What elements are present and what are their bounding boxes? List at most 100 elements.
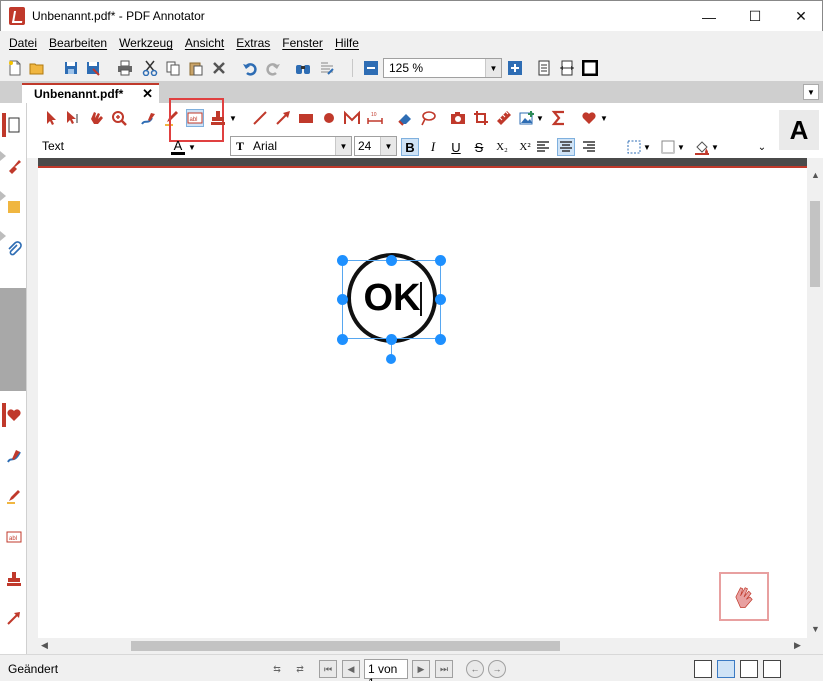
sum-tool-icon[interactable] <box>550 109 568 127</box>
previous-page-icon[interactable]: ◀ <box>342 660 360 678</box>
redo-icon[interactable] <box>264 59 282 77</box>
underline-button[interactable]: U <box>447 138 465 156</box>
sidebar-item-highlighter[interactable] <box>4 486 24 506</box>
sidebar-item-arrow[interactable] <box>4 608 24 628</box>
font-size-select[interactable]: 24 ▼ <box>354 136 397 156</box>
magnifier-icon[interactable] <box>110 109 128 127</box>
strikethrough-button[interactable]: S <box>470 138 488 156</box>
paste-icon[interactable] <box>187 59 205 77</box>
close-button[interactable]: ✕ <box>778 1 823 32</box>
text-color-picker[interactable]: A <box>169 138 187 156</box>
measure-tool-icon[interactable]: 10 <box>366 109 384 127</box>
hand-tool-icon[interactable] <box>87 109 105 127</box>
undo-icon[interactable] <box>241 59 259 77</box>
cut-icon[interactable] <box>141 59 159 77</box>
scroll-left-icon[interactable]: ◀ <box>41 640 48 651</box>
favorites-chevron-down-icon[interactable]: ▼ <box>599 109 609 127</box>
last-page-icon[interactable]: ⏭ <box>435 660 453 678</box>
horizontal-scrollbar[interactable]: ◀ ▶ <box>38 638 807 654</box>
pen-tool-icon[interactable] <box>140 109 158 127</box>
italic-button[interactable]: I <box>424 138 442 156</box>
eraser-tool-icon[interactable] <box>396 109 414 127</box>
annotation-selection-box[interactable] <box>342 260 441 339</box>
sidebar-item-attachments[interactable] <box>4 239 24 259</box>
border-style-icon[interactable] <box>625 138 643 156</box>
menu-werkzeug[interactable]: Werkzeug <box>119 36 173 50</box>
chevron-down-icon[interactable]: ▼ <box>485 59 501 77</box>
fullscreen-icon[interactable] <box>581 59 599 77</box>
menu-datei[interactable]: Datei <box>9 36 37 50</box>
page-number-input[interactable]: 1 von 1 <box>364 659 408 681</box>
subscript-button[interactable]: X₂ <box>493 138 511 156</box>
back-icon[interactable]: ← <box>466 660 484 678</box>
polyline-tool-icon[interactable] <box>343 109 361 127</box>
select-arrow-icon[interactable] <box>42 109 60 127</box>
horizontal-scroll-thumb[interactable] <box>131 641 560 651</box>
border-color-chevron-down-icon[interactable]: ▼ <box>676 138 686 156</box>
bold-button[interactable]: B <box>401 138 419 156</box>
sidebar-item-textbox[interactable]: abl <box>4 527 24 547</box>
textbox-tool-icon[interactable]: abl <box>186 109 204 127</box>
resize-handle-bottom-left[interactable] <box>337 334 348 345</box>
save-as-icon[interactable] <box>84 59 102 77</box>
fit-page-icon[interactable] <box>535 59 553 77</box>
select-text-icon[interactable] <box>64 109 82 127</box>
align-left-icon[interactable] <box>534 138 552 156</box>
align-right-icon[interactable] <box>580 138 598 156</box>
sign-document-icon[interactable] <box>318 59 336 77</box>
ellipse-tool-icon[interactable] <box>320 109 338 127</box>
vertical-scroll-thumb[interactable] <box>810 201 820 287</box>
resize-handle-top-left[interactable] <box>337 255 348 266</box>
find-binoculars-icon[interactable] <box>294 59 312 77</box>
print-icon[interactable] <box>116 59 134 77</box>
fill-color-icon[interactable] <box>693 138 711 156</box>
continuous-view-icon[interactable] <box>717 660 735 678</box>
fill-color-chevron-down-icon[interactable]: ▼ <box>710 138 720 156</box>
sidebar-item-pen[interactable] <box>4 446 24 466</box>
chevron-down-icon[interactable]: ▼ <box>380 137 396 155</box>
superscript-button[interactable]: X² <box>516 138 534 156</box>
scroll-down-icon[interactable]: ▼ <box>811 624 820 634</box>
align-center-icon[interactable] <box>557 138 575 156</box>
menu-fenster[interactable]: Fenster <box>282 36 323 50</box>
favorites-heart-icon[interactable] <box>580 109 598 127</box>
stamp-chevron-down-icon[interactable]: ▼ <box>228 109 238 127</box>
font-family-select[interactable]: T Arial ▼ <box>230 136 352 156</box>
save-icon[interactable] <box>62 59 80 77</box>
stamp-tool-icon[interactable] <box>209 109 227 127</box>
rotation-handle[interactable] <box>386 354 396 364</box>
document-page[interactable] <box>38 158 807 638</box>
minimize-button[interactable]: — <box>686 1 732 32</box>
sidebar-item-pages[interactable] <box>4 115 24 135</box>
scroll-right-icon[interactable]: ▶ <box>794 640 801 651</box>
vertical-scrollbar[interactable]: ▲ ▼ <box>807 168 823 638</box>
hand-tool-button[interactable] <box>719 572 769 621</box>
forward-icon[interactable]: → <box>488 660 506 678</box>
tab-list-chevron-icon[interactable]: ▼ <box>803 84 819 100</box>
image-chevron-down-icon[interactable]: ▼ <box>535 109 545 127</box>
menu-extras[interactable]: Extras <box>236 36 270 50</box>
zoom-in-icon[interactable] <box>506 59 524 77</box>
single-page-view-icon[interactable] <box>694 660 712 678</box>
camera-tool-icon[interactable] <box>449 109 467 127</box>
chevron-down-icon[interactable]: ▼ <box>335 137 351 155</box>
text-color-chevron-down-icon[interactable]: ▼ <box>187 138 197 156</box>
zoom-select[interactable]: 125 % ▼ <box>383 58 502 78</box>
open-folder-icon[interactable] <box>28 59 46 77</box>
previous-view-icon[interactable]: ⇆ <box>268 660 286 678</box>
tab-unbenannt[interactable]: Unbenannt.pdf* ✕ <box>22 83 159 103</box>
sidebar-item-notes[interactable] <box>4 197 24 217</box>
copy-icon[interactable] <box>164 59 182 77</box>
crop-tool-icon[interactable] <box>472 109 490 127</box>
arrow-tool-icon[interactable] <box>274 109 292 127</box>
new-document-icon[interactable] <box>6 59 24 77</box>
font-size-preview[interactable]: A <box>779 110 819 150</box>
resize-handle-top[interactable] <box>386 255 397 266</box>
two-page-view-icon[interactable] <box>740 660 758 678</box>
menu-bearbeiten[interactable]: Bearbeiten <box>49 36 107 50</box>
ruler-tool-icon[interactable] <box>495 109 513 127</box>
sidebar-item-stamp[interactable] <box>4 569 24 589</box>
more-options-chevron-icon[interactable]: ⌄ <box>753 138 771 156</box>
maximize-button[interactable]: ☐ <box>732 1 778 32</box>
rectangle-tool-icon[interactable] <box>297 109 315 127</box>
